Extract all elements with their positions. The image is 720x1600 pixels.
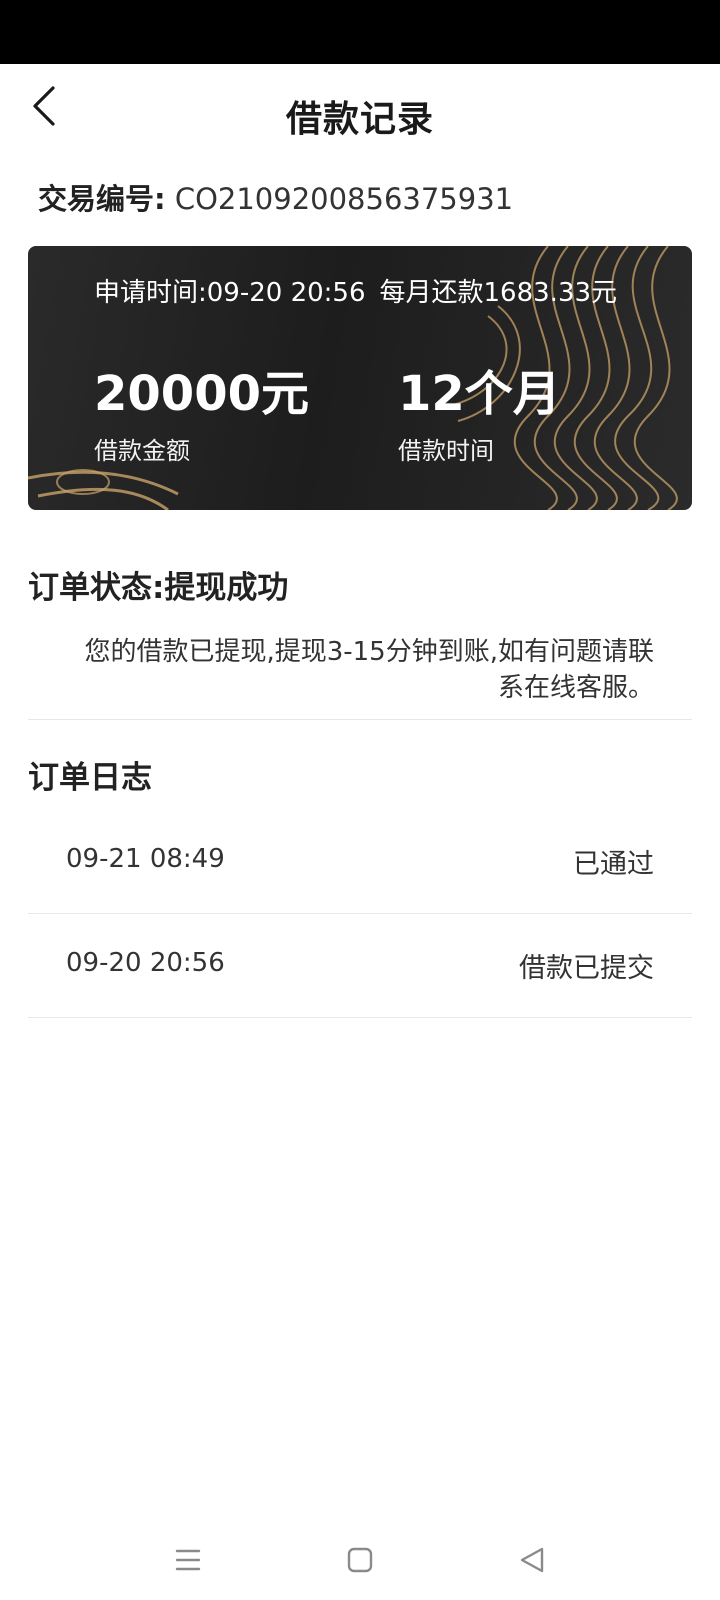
- order-status-title: 订单状态:提现成功: [28, 570, 289, 606]
- loan-amount-label: 借款金额: [94, 437, 190, 465]
- transaction-number-row: 交易编号: CO2109200856375931: [38, 176, 513, 218]
- log-entry-row: 09-20 20:56 借款已提交: [28, 914, 692, 1018]
- divider: [28, 1017, 692, 1018]
- apply-time-value: 09-20 20:56: [206, 278, 366, 308]
- home-square-icon: [347, 1547, 373, 1573]
- divider: [28, 719, 692, 720]
- log-entry-status: 借款已提交: [519, 953, 654, 984]
- loan-term-value: 12个月: [398, 366, 561, 422]
- order-log-title: 订单日志: [28, 760, 152, 796]
- system-navigation-bar: [0, 1510, 720, 1600]
- transaction-number-value: CO2109200856375931: [174, 182, 514, 216]
- loan-term-label: 借款时间: [398, 437, 494, 465]
- log-entry-row: 09-21 08:49 已通过: [28, 810, 692, 914]
- header: 借款记录: [0, 64, 720, 164]
- menu-icon: [175, 1549, 201, 1571]
- loan-amount-block: 20000元 借款金额: [94, 366, 309, 466]
- back-nav-button[interactable]: [512, 1540, 552, 1580]
- loan-amount-value: 20000元: [94, 366, 309, 422]
- card-apply-info: 申请时间:09-20 20:56 每月还款1683.33元: [94, 272, 617, 309]
- loan-summary-card: 申请时间:09-20 20:56 每月还款1683.33元 20000元 借款金额…: [28, 246, 692, 510]
- log-entry-status: 已通过: [573, 849, 654, 880]
- recent-apps-button[interactable]: [168, 1540, 208, 1580]
- page-title: 借款记录: [285, 99, 434, 140]
- log-entry-time: 09-20 20:56: [66, 948, 225, 978]
- transaction-number-label: 交易编号:: [38, 182, 166, 216]
- back-triangle-icon: [520, 1547, 544, 1573]
- home-button[interactable]: [340, 1540, 380, 1580]
- log-entry-time: 09-21 08:49: [66, 844, 225, 874]
- loan-term-block: 12个月 借款时间: [398, 366, 561, 466]
- monthly-repayment: 每月还款1683.33元: [379, 278, 618, 308]
- apply-time-label: 申请时间:: [94, 278, 207, 308]
- status-bar: [0, 0, 720, 64]
- order-status-description: 您的借款已提现,提现3-15分钟到账,如有问题请联系在线客服。: [84, 637, 654, 703]
